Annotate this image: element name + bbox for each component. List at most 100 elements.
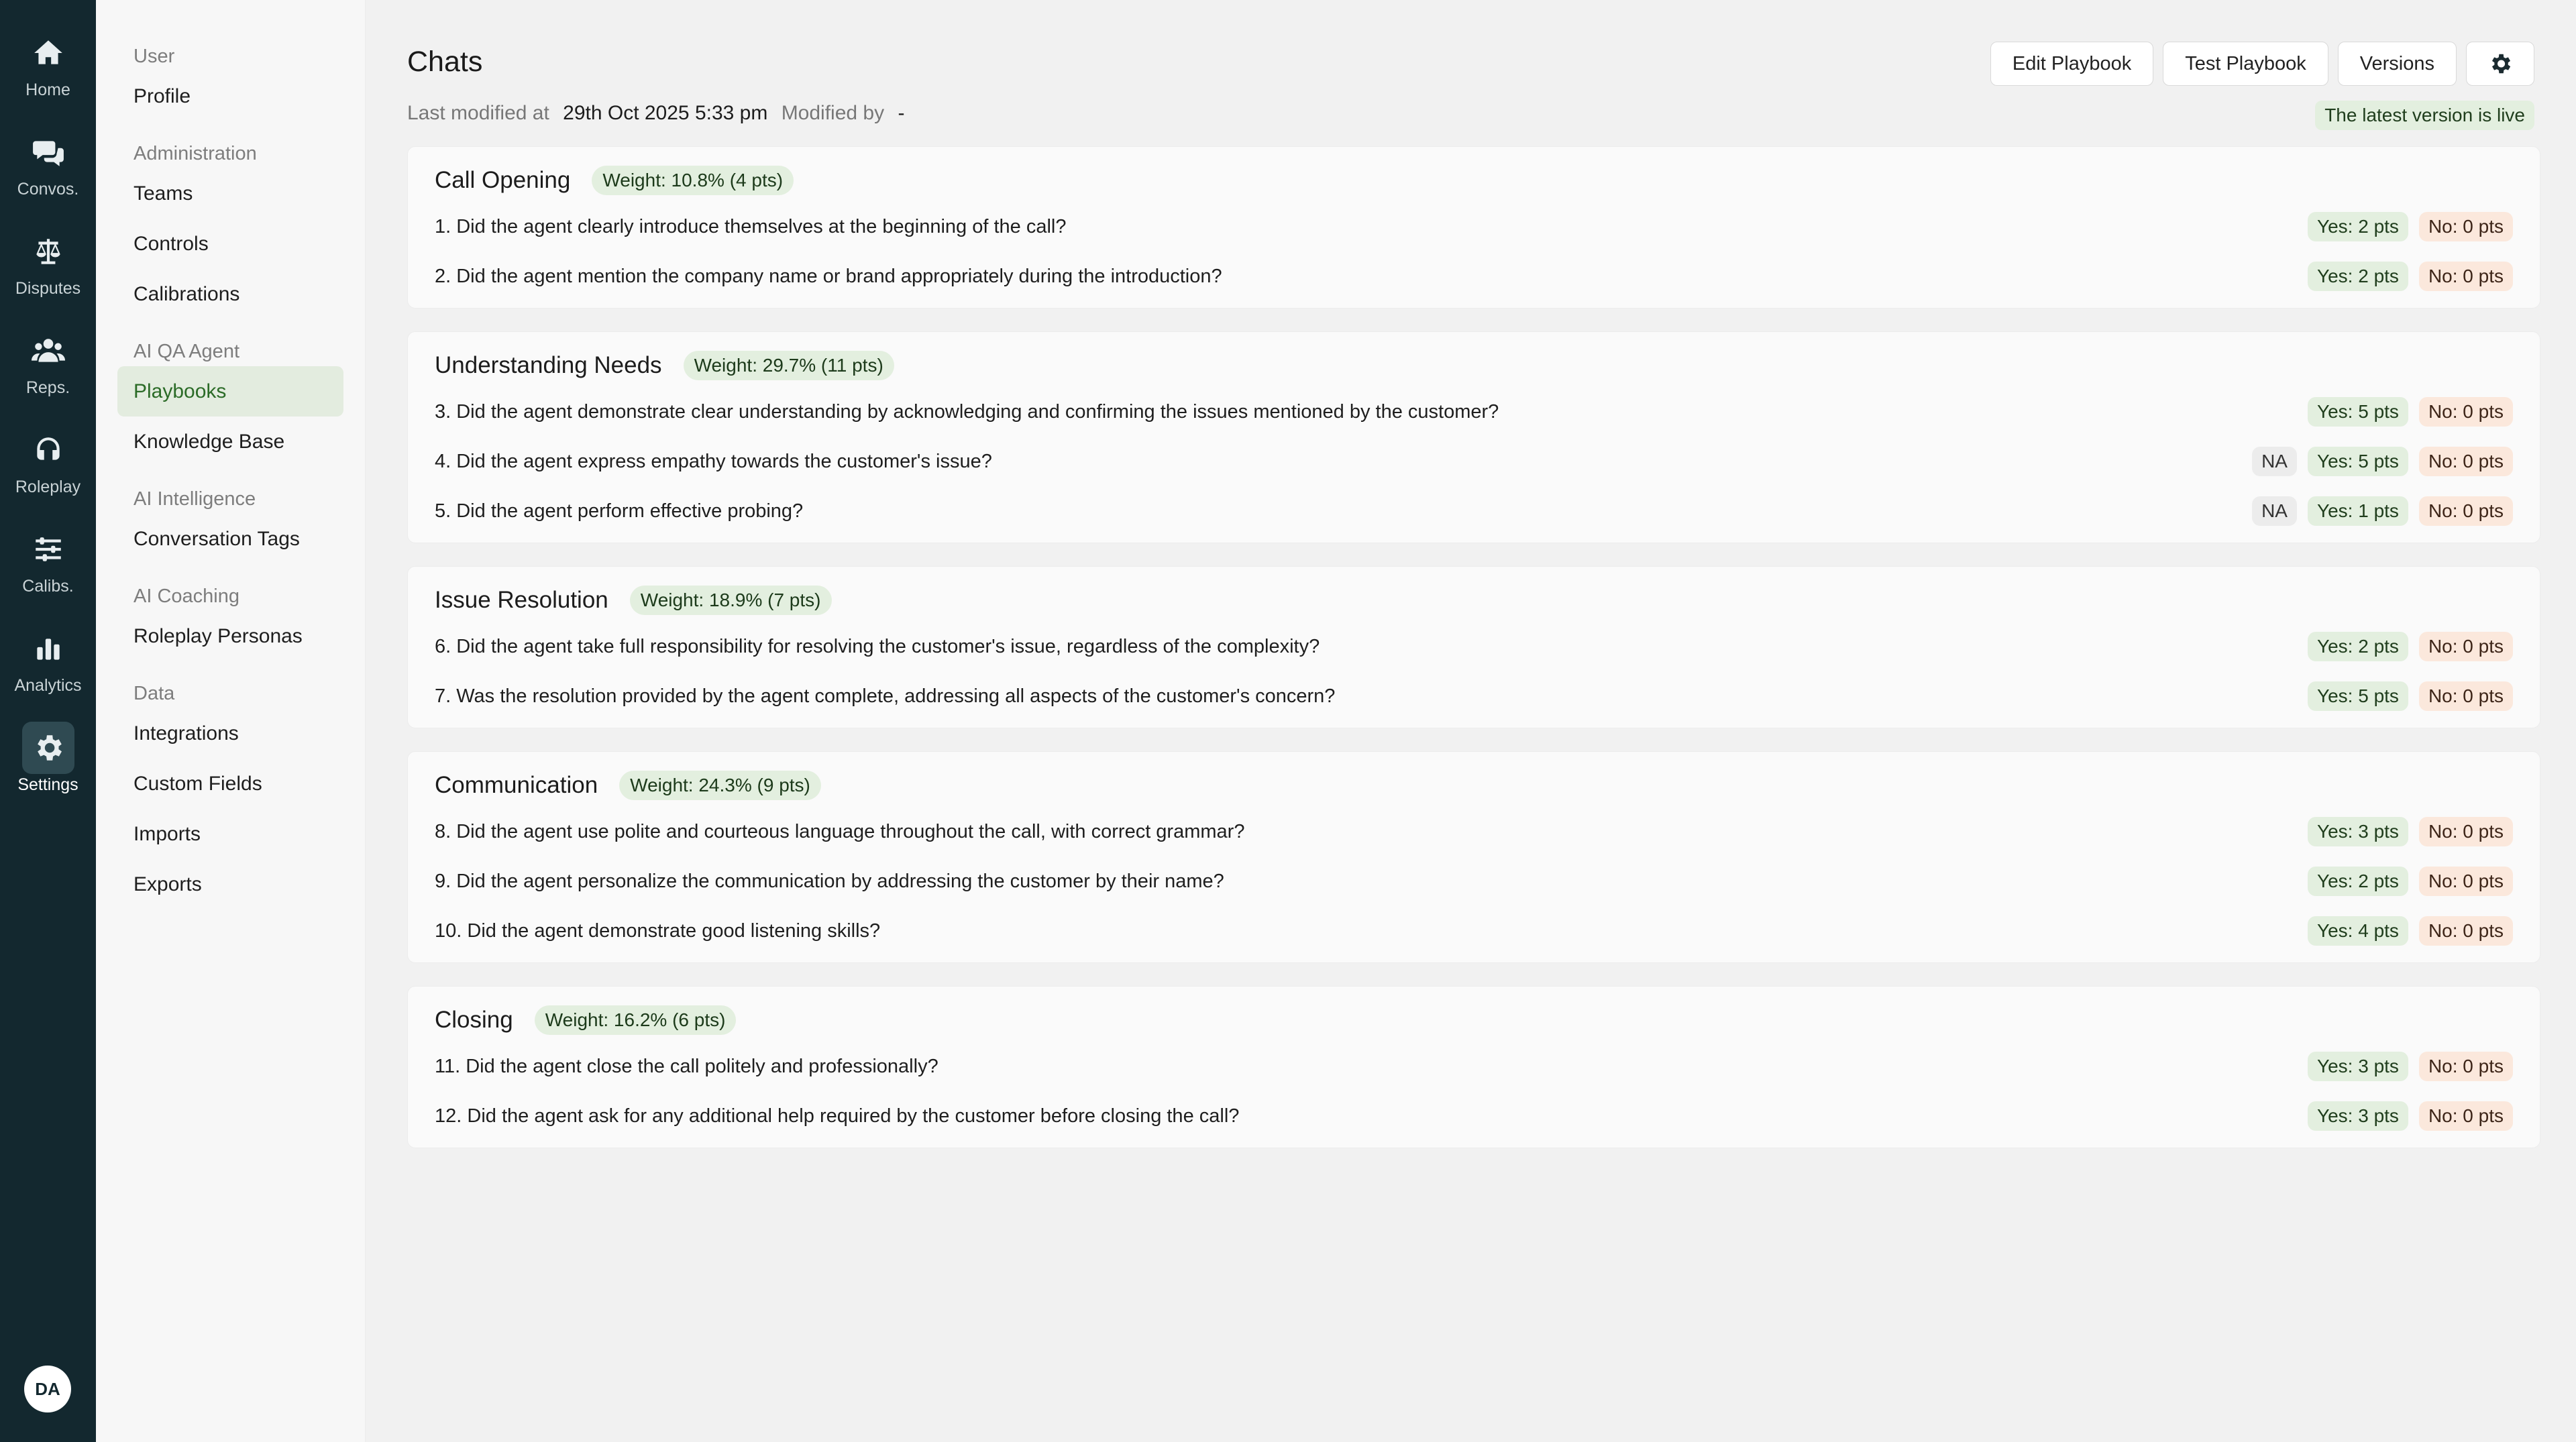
- avatar[interactable]: DA: [24, 1366, 71, 1412]
- no-points-chip: No: 0 pts: [2418, 916, 2513, 946]
- section-weight-badge: Weight: 16.2% (6 pts): [534, 1005, 737, 1035]
- yes-points-chip: Yes: 2 pts: [2307, 867, 2408, 896]
- sidebar-item-calibrations[interactable]: Calibrations: [117, 269, 343, 319]
- score-chips: NA Yes: 1 pts No: 0 pts: [2252, 496, 2513, 526]
- rail-label: Settings: [17, 775, 78, 794]
- sidebar-item-custom-fields[interactable]: Custom Fields: [117, 759, 343, 809]
- question-row[interactable]: 11. Did the agent close the call politel…: [435, 1042, 2513, 1091]
- rail-item-analytics[interactable]: Analytics: [0, 609, 96, 708]
- sidebar-group-ai-intelligence: AI Intelligence Conversation Tags: [96, 484, 365, 564]
- score-chips: Yes: 2 pts No: 0 pts: [2307, 867, 2513, 896]
- section-header: Understanding Needs Weight: 29.7% (11 pts…: [435, 347, 2513, 384]
- rail-label: Reps.: [25, 378, 70, 397]
- playbook-section: Communication Weight: 24.3% (9 pts) 8. Did…: [407, 751, 2540, 963]
- score-chips: Yes: 5 pts No: 0 pts: [2307, 397, 2513, 427]
- playbook-section: Issue Resolution Weight: 18.9% (7 pts) 6. …: [407, 566, 2540, 728]
- no-points-chip: No: 0 pts: [2418, 262, 2513, 291]
- yes-points-chip: Yes: 3 pts: [2307, 817, 2408, 846]
- live-status-badge: The latest version is live: [2315, 101, 2534, 130]
- question-row[interactable]: 3. Did the agent demonstrate clear under…: [435, 387, 2513, 437]
- gear-icon: [2491, 54, 2511, 74]
- gear-icon: [21, 721, 74, 774]
- sidebar-group-administration: Administration Teams Controls Calibratio…: [96, 139, 365, 319]
- question-text: 4. Did the agent express empathy towards…: [435, 450, 992, 472]
- sidebar-heading: User: [133, 46, 175, 67]
- sidebar-item-roleplay-personas[interactable]: Roleplay Personas: [117, 611, 343, 661]
- playbook-section: Closing Weight: 16.2% (6 pts) 11. Did the …: [407, 986, 2540, 1148]
- question-row[interactable]: 12. Did the agent ask for any additional…: [435, 1091, 2513, 1141]
- rail-item-home[interactable]: Home: [0, 13, 96, 113]
- rail-item-disputes[interactable]: Disputes: [0, 212, 96, 311]
- edit-playbook-button[interactable]: Edit Playbook: [1990, 42, 2154, 86]
- sidebar-heading: AI QA Agent: [133, 341, 239, 362]
- rail-item-roleplay[interactable]: Roleplay: [0, 410, 96, 510]
- rail-label: Home: [25, 80, 70, 99]
- question-text: 9. Did the agent personalize the communi…: [435, 870, 1224, 892]
- sidebar-item-integrations[interactable]: Integrations: [117, 708, 343, 759]
- question-row[interactable]: 7. Was the resolution provided by the ag…: [435, 671, 2513, 721]
- section-title: Communication: [435, 772, 598, 798]
- modified-at-value: 29th Oct 2025 5:33 pm: [563, 102, 768, 124]
- rail-label: Convos.: [17, 179, 79, 199]
- question-text: 11. Did the agent close the call politel…: [435, 1055, 938, 1077]
- no-points-chip: No: 0 pts: [2418, 496, 2513, 526]
- sidebar-item-knowledge-base[interactable]: Knowledge Base: [117, 417, 343, 467]
- sidebar-item-profile[interactable]: Profile: [117, 71, 343, 121]
- sidebar-item-imports[interactable]: Imports: [117, 809, 343, 859]
- versions-button[interactable]: Versions: [2337, 42, 2457, 86]
- no-points-chip: No: 0 pts: [2418, 867, 2513, 896]
- question-row[interactable]: 5. Did the agent perform effective probi…: [435, 486, 2513, 536]
- question-text: 6. Did the agent take full responsibilit…: [435, 635, 1320, 657]
- rail-item-settings[interactable]: Settings: [0, 708, 96, 808]
- test-playbook-button[interactable]: Test Playbook: [2163, 42, 2328, 86]
- modified-by-value: -: [898, 102, 905, 124]
- rail-label: Roleplay: [15, 477, 81, 496]
- users-icon: [22, 325, 74, 377]
- no-points-chip: No: 0 pts: [2418, 681, 2513, 711]
- toolbar: Edit Playbook Test Playbook Versions: [1990, 42, 2534, 86]
- rail-item-calibs[interactable]: Calibs.: [0, 510, 96, 609]
- section-header: Call Opening Weight: 10.8% (4 pts): [435, 162, 2513, 199]
- question-text: 8. Did the agent use polite and courteou…: [435, 820, 1245, 842]
- question-row[interactable]: 8. Did the agent use polite and courteou…: [435, 807, 2513, 856]
- sidebar-item-conversation-tags[interactable]: Conversation Tags: [117, 514, 343, 564]
- sidebar-item-exports[interactable]: Exports: [117, 859, 343, 909]
- sidebar-group-data: Data Integrations Custom Fields Imports …: [96, 679, 365, 909]
- sidebar-group-user: User Profile: [96, 42, 365, 121]
- question-text: 3. Did the agent demonstrate clear under…: [435, 400, 1499, 423]
- no-points-chip: No: 0 pts: [2418, 1052, 2513, 1081]
- sidebar-item-controls[interactable]: Controls: [117, 219, 343, 269]
- score-chips: Yes: 2 pts No: 0 pts: [2307, 632, 2513, 661]
- sidebar-item-teams[interactable]: Teams: [117, 168, 343, 219]
- question-row[interactable]: 9. Did the agent personalize the communi…: [435, 856, 2513, 906]
- section-title: Understanding Needs: [435, 352, 662, 378]
- question-text: 10. Did the agent demonstrate good liste…: [435, 920, 881, 942]
- question-text: 5. Did the agent perform effective probi…: [435, 500, 804, 522]
- question-row[interactable]: 1. Did the agent clearly introduce thems…: [435, 202, 2513, 252]
- question-row[interactable]: 2. Did the agent mention the company nam…: [435, 252, 2513, 301]
- sidebar-heading: AI Coaching: [133, 586, 239, 607]
- question-text: 1. Did the agent clearly introduce thems…: [435, 215, 1067, 237]
- rail-item-reps[interactable]: Reps.: [0, 311, 96, 410]
- na-chip: NA: [2252, 496, 2297, 526]
- section-weight-badge: Weight: 10.8% (4 pts): [592, 166, 794, 195]
- rail-item-convos[interactable]: Convos.: [0, 113, 96, 212]
- bar-chart-icon: [22, 622, 74, 675]
- playbook-settings-button[interactable]: [2466, 42, 2534, 86]
- yes-points-chip: Yes: 2 pts: [2307, 212, 2408, 241]
- yes-points-chip: Yes: 4 pts: [2307, 916, 2408, 946]
- question-row[interactable]: 10. Did the agent demonstrate good liste…: [435, 906, 2513, 956]
- scales-icon: [22, 225, 74, 278]
- question-row[interactable]: 6. Did the agent take full responsibilit…: [435, 622, 2513, 671]
- rail-label: Analytics: [14, 675, 82, 695]
- score-chips: NA Yes: 5 pts No: 0 pts: [2252, 447, 2513, 476]
- sidebar-group-ai-qa-agent: AI QA Agent Playbooks Knowledge Base: [96, 337, 365, 467]
- score-chips: Yes: 2 pts No: 0 pts: [2307, 212, 2513, 241]
- playbook-sections: Call Opening Weight: 10.8% (4 pts) 1. Did …: [407, 146, 2540, 1171]
- page-title: Chats: [407, 46, 483, 78]
- modified-meta: Last modified at 29th Oct 2025 5:33 pm M…: [407, 102, 912, 125]
- sidebar-item-playbooks[interactable]: Playbooks: [117, 366, 343, 417]
- chat-bubbles-icon: [22, 126, 74, 178]
- icon-rail: Home Convos. Disputes Reps. Roleplay Cal…: [0, 0, 96, 1442]
- question-row[interactable]: 4. Did the agent express empathy towards…: [435, 437, 2513, 486]
